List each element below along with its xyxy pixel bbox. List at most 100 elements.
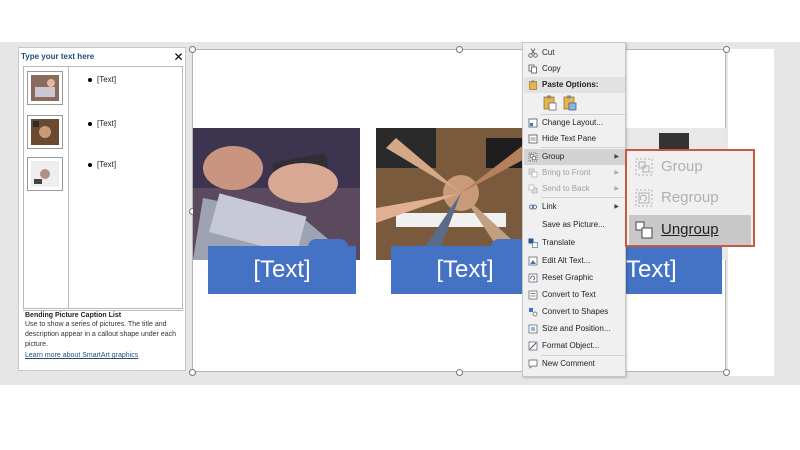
layout-description: Bending Picture Caption List Use to show… (23, 310, 183, 368)
resize-handle[interactable] (456, 46, 463, 53)
submenu-label: Group (661, 158, 703, 175)
caption-shape-2[interactable]: [Text] (391, 239, 539, 294)
menu-label: Translate (542, 238, 576, 247)
text-pane-item[interactable]: [Text] (88, 160, 116, 169)
menu-label: New Comment (542, 359, 595, 368)
menu-item-cut[interactable]: Cut (524, 45, 625, 61)
menu-item-new-comment[interactable]: New Comment (524, 356, 625, 372)
menu-label: Save as Picture... (542, 220, 605, 229)
menu-item-format-object[interactable]: Format Object... (524, 338, 625, 354)
submenu-arrow-icon: ▶ (614, 154, 619, 160)
menu-item-change-layout[interactable]: Change Layout... (524, 115, 625, 131)
menu-label: Convert to Text (542, 290, 596, 299)
smartart-text-pane: Type your text here ✕ [Text] [Text] [Tex… (18, 47, 186, 371)
caption-text: [Text] (436, 256, 494, 283)
menu-item-convert-to-text[interactable]: Convert to Text (524, 287, 625, 303)
picture-placeholder-1[interactable] (27, 71, 63, 105)
format-object-icon (528, 341, 538, 351)
convert-to-text-icon (528, 290, 538, 300)
item-text: [Text] (97, 75, 117, 84)
text-pane-title: Type your text here (21, 52, 95, 61)
text-pane-icon (528, 134, 538, 144)
bullet-icon (88, 162, 92, 167)
menu-item-size-and-position[interactable]: Size and Position... (524, 321, 625, 337)
submenu-item-group[interactable]: Group (629, 152, 751, 182)
submenu-label: Regroup (661, 189, 719, 206)
submenu-arrow-icon: ▶ (614, 186, 619, 192)
submenu-arrow-icon: ▶ (614, 204, 619, 210)
close-icon[interactable]: ✕ (172, 51, 185, 64)
resize-handle[interactable] (189, 369, 196, 376)
callout-notch (308, 239, 348, 247)
picture-placeholder-3[interactable] (27, 157, 63, 191)
reset-graphic-icon (528, 273, 538, 283)
menu-item-copy[interactable]: Copy (524, 61, 625, 77)
bullet-icon (88, 121, 92, 126)
menu-separator (541, 197, 625, 198)
menu-item-convert-to-shapes[interactable]: Convert to Shapes (524, 304, 625, 320)
menu-item-edit-alt-text[interactable]: Edit Alt Text... (524, 253, 625, 269)
picture-icon (31, 119, 59, 145)
group-icon (635, 158, 653, 176)
layout-description-text: Use to show a series of pictures. The ti… (25, 321, 176, 348)
paste-keep-formatting-icon[interactable] (543, 95, 557, 111)
menu-item-translate[interactable]: Translate (524, 235, 625, 251)
paste-picture-icon[interactable] (563, 95, 577, 111)
item-text: [Text] (97, 119, 117, 128)
paste-icon (529, 80, 537, 90)
layout-name: Bending Picture Caption List (25, 312, 122, 319)
text-pane-item[interactable]: [Text] (88, 75, 116, 84)
caption-text: [Text] (619, 256, 677, 283)
resize-handle[interactable] (723, 46, 730, 53)
submenu-item-ungroup[interactable]: Ungroup (629, 215, 751, 245)
text-pane-list: [Text] [Text] [Text] (23, 66, 183, 309)
menu-label: Edit Alt Text... (542, 256, 591, 265)
menu-item-reset-graphic[interactable]: Reset Graphic (524, 270, 625, 286)
learn-more-link[interactable]: Learn more about SmartArt graphics (25, 352, 181, 359)
size-position-icon (528, 324, 538, 334)
send-to-back-icon (528, 184, 538, 194)
translate-icon (528, 238, 538, 248)
menu-label: Convert to Shapes (542, 307, 609, 316)
picture-placeholder-column (24, 67, 69, 308)
resize-handle[interactable] (456, 369, 463, 376)
menu-item-send-to-back[interactable]: Send to Back ▶ (524, 181, 625, 197)
menu-label: Change Layout... (542, 118, 603, 127)
menu-label: Hide Text Pane (542, 134, 597, 143)
resize-handle[interactable] (723, 369, 730, 376)
text-pane-item[interactable]: [Text] (88, 119, 116, 128)
context-menu: Cut Copy Paste Options: Change Layout...… (522, 42, 626, 377)
group-submenu: Group Regroup Ungroup (625, 149, 755, 247)
change-layout-icon (528, 118, 538, 128)
submenu-arrow-icon: ▶ (614, 170, 619, 176)
menu-item-save-as-picture[interactable]: Save as Picture... (524, 217, 625, 233)
ungroup-icon (635, 221, 653, 239)
menu-separator (541, 147, 625, 148)
regroup-icon (635, 189, 653, 207)
comment-icon (528, 359, 538, 369)
group-icon (528, 152, 538, 162)
submenu-item-regroup[interactable]: Regroup (629, 183, 751, 213)
bring-to-front-icon (528, 168, 538, 178)
link-icon (529, 204, 537, 210)
menu-item-link[interactable]: Link ▶ (524, 199, 625, 215)
menu-item-bring-to-front[interactable]: Bring to Front ▶ (524, 165, 625, 181)
picture-icon (31, 75, 59, 101)
paste-options-header: Paste Options: (524, 77, 625, 93)
picture-icon (31, 161, 59, 187)
menu-label: Size and Position... (542, 324, 611, 333)
scissors-icon (528, 48, 538, 58)
bullet-icon (88, 77, 92, 82)
paste-options-label: Paste Options: (542, 80, 599, 89)
menu-item-group[interactable]: Group ▶ (524, 149, 625, 165)
menu-item-hide-text-pane[interactable]: Hide Text Pane (524, 131, 625, 147)
caption-shape-1[interactable]: [Text] (208, 239, 356, 294)
resize-handle[interactable] (189, 46, 196, 53)
menu-label: Group (542, 152, 565, 161)
menu-label: Format Object... (542, 341, 600, 350)
menu-label: Copy (542, 64, 561, 73)
convert-to-shapes-icon (529, 308, 538, 317)
picture-placeholder-2[interactable] (27, 115, 63, 149)
submenu-label: Ungroup (661, 221, 719, 238)
menu-label: Reset Graphic (542, 273, 594, 282)
